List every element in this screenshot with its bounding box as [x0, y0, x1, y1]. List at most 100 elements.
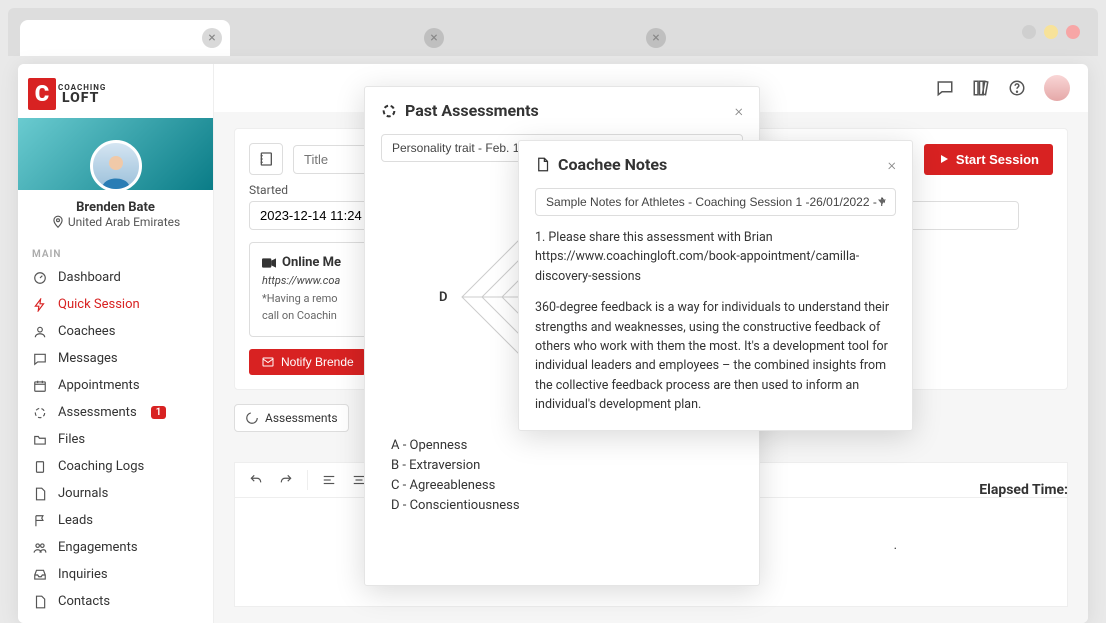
flag-icon: [32, 514, 48, 528]
sidebar-item-label: Quick Session: [58, 297, 140, 312]
sidebar-item-label: Coaching Logs: [58, 459, 144, 474]
profile-location-text: United Arab Emirates: [68, 215, 180, 229]
profile-location: United Arab Emirates: [24, 215, 207, 229]
app-window: C COACHING LOFT Brenden Bate United Arab…: [18, 64, 1088, 623]
sidebar-item-coachees[interactable]: Coachees: [18, 318, 213, 345]
legend-item: C - Agreeableness: [391, 476, 743, 496]
elapsed-time-label: Elapsed Time:: [979, 482, 1068, 498]
user-avatar[interactable]: [1044, 75, 1070, 101]
start-session-label: Start Session: [956, 152, 1039, 167]
sidebar-item-assessments[interactable]: Assessments 1: [18, 399, 213, 426]
sidebar-nav: Dashboard Quick Session Coachees Messages Ap…: [18, 264, 213, 615]
sidebar-item-messages[interactable]: Messages: [18, 345, 213, 372]
sidebar-item-label: Engagements: [58, 540, 138, 555]
toolbar-divider: [307, 470, 308, 490]
note-paragraph: 1. Please share this assessment with Bri…: [535, 228, 896, 286]
library-icon[interactable]: [972, 79, 990, 97]
avatar[interactable]: [90, 140, 142, 192]
bolt-icon: [32, 298, 48, 312]
traffic-light-dot: [1066, 25, 1080, 39]
loader-icon: [32, 406, 48, 420]
coachee-notes-modal: Coachee Notes × Sample Notes for Athlete…: [518, 140, 913, 431]
browser-tab-inactive[interactable]: ×: [464, 20, 674, 56]
browser-tab-inactive[interactable]: ×: [242, 20, 452, 56]
sidebar-item-label: Leads: [58, 513, 93, 528]
sidebar-item-label: Journals: [58, 486, 108, 501]
notify-button-label: Notify Brende: [281, 355, 354, 369]
loader-icon: [381, 103, 397, 119]
logo-mark: C: [28, 78, 56, 110]
editor-cursor: .: [894, 538, 897, 553]
window-controls: [1022, 25, 1080, 39]
group-icon: [32, 541, 48, 555]
start-session-button[interactable]: Start Session: [924, 144, 1053, 175]
assessments-pill-label: Assessments: [265, 411, 338, 425]
close-tab-icon[interactable]: ×: [202, 28, 222, 48]
envelope-icon: [261, 356, 275, 368]
sidebar-item-inquiries[interactable]: Inquiries: [18, 561, 213, 588]
note-paragraph: 360-degree feedback is a way for individ…: [535, 298, 896, 414]
legend-item: B - Extraversion: [391, 456, 743, 476]
legend-item: A - Openness: [391, 436, 743, 456]
align-left-button[interactable]: [316, 469, 342, 491]
sidebar-item-label: Appointments: [58, 378, 140, 393]
sidebar-item-files[interactable]: Files: [18, 426, 213, 453]
sidebar-section-header: MAIN: [18, 235, 213, 264]
close-icon[interactable]: ×: [888, 155, 896, 174]
file-icon: [32, 487, 48, 501]
notes-select[interactable]: Sample Notes for Athletes - Coaching Ses…: [535, 188, 896, 216]
speedometer-icon: [32, 271, 48, 285]
legend-item: D - Conscientiousness: [391, 496, 743, 516]
traffic-light-dot: [1044, 25, 1058, 39]
sidebar-item-label: Files: [58, 432, 85, 447]
sidebar-item-label: Assessments: [58, 405, 137, 420]
coachee-notes-title: Coachee Notes: [558, 155, 667, 174]
loader-icon: [245, 411, 259, 425]
axis-label-d: D: [439, 290, 447, 305]
app-logo: C COACHING LOFT: [18, 64, 213, 118]
chat-icon[interactable]: [936, 79, 954, 97]
close-tab-icon[interactable]: ×: [424, 28, 444, 48]
sidebar-item-engagements[interactable]: Engagements: [18, 534, 213, 561]
profile-name: Brenden Bate: [24, 200, 207, 215]
sidebar-item-label: Dashboard: [58, 270, 121, 285]
help-icon[interactable]: [1008, 79, 1026, 97]
video-icon: [262, 258, 276, 268]
sidebar-item-label: Coachees: [58, 324, 115, 339]
profile-info: Brenden Bate United Arab Emirates: [18, 190, 213, 235]
notify-button[interactable]: Notify Brende: [249, 349, 366, 375]
sidebar-item-label: Contacts: [58, 594, 110, 609]
folder-icon: [32, 433, 48, 447]
sidebar-item-coaching-logs[interactable]: Coaching Logs: [18, 453, 213, 480]
traffic-light-dot: [1022, 25, 1036, 39]
logo-text: LOFT: [62, 92, 106, 105]
sidebar: C COACHING LOFT Brenden Bate United Arab…: [18, 64, 214, 623]
sidebar-item-appointments[interactable]: Appointments: [18, 372, 213, 399]
badge: 1: [151, 406, 167, 419]
file-icon: [535, 156, 550, 173]
file-icon: [32, 595, 48, 609]
close-icon[interactable]: ×: [735, 101, 743, 120]
profile-cover: [18, 118, 213, 190]
undo-button[interactable]: [243, 469, 269, 491]
location-pin-icon: [51, 215, 65, 229]
sidebar-item-leads[interactable]: Leads: [18, 507, 213, 534]
inbox-icon: [32, 568, 48, 582]
sidebar-item-label: Messages: [58, 351, 118, 366]
topbar: [918, 64, 1088, 112]
user-icon: [32, 325, 48, 339]
sidebar-item-label: Inquiries: [58, 567, 108, 582]
calendar-icon: [32, 379, 48, 393]
tablet-icon: [32, 460, 48, 474]
past-assessments-title: Past Assessments: [405, 101, 539, 120]
sidebar-item-contacts[interactable]: Contacts: [18, 588, 213, 615]
close-tab-icon[interactable]: ×: [646, 28, 666, 48]
sidebar-item-dashboard[interactable]: Dashboard: [18, 264, 213, 291]
sidebar-item-journals[interactable]: Journals: [18, 480, 213, 507]
browser-tab-bar: × × ×: [8, 8, 1098, 56]
notes-icon-button[interactable]: [249, 143, 283, 175]
redo-button[interactable]: [273, 469, 299, 491]
browser-tab-active[interactable]: ×: [20, 20, 230, 56]
assessments-pill[interactable]: Assessments: [234, 404, 349, 432]
sidebar-item-quick-session[interactable]: Quick Session: [18, 291, 213, 318]
